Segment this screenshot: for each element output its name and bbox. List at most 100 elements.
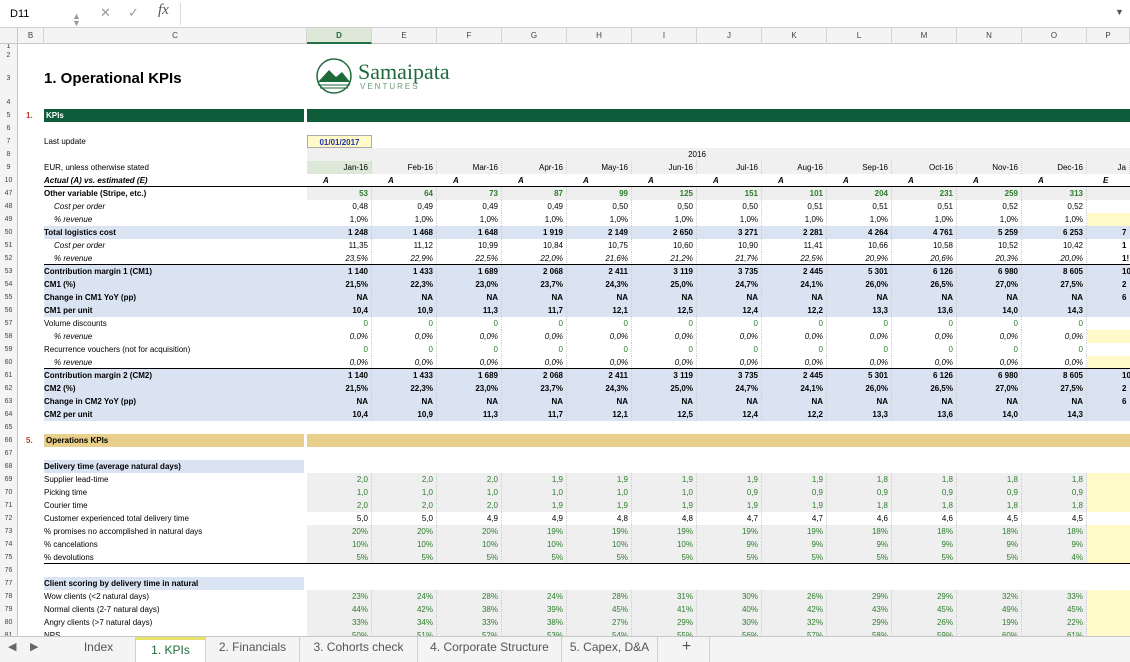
prev-sheet-icon[interactable]: ◀	[8, 640, 16, 653]
value-cell[interactable]: 11,12	[372, 239, 437, 252]
value-cell[interactable]: 1,0%	[567, 213, 632, 226]
row-number[interactable]: 54	[0, 278, 18, 291]
row-number[interactable]: 63	[0, 395, 18, 408]
value-cell[interactable]: 1,9	[502, 473, 567, 486]
value-cell[interactable]: 24,1%	[762, 382, 827, 395]
value-cell[interactable]: 1,0%	[632, 213, 697, 226]
value-cell[interactable]: 1,0%	[372, 213, 437, 226]
row-number[interactable]: 10	[0, 174, 18, 187]
value-cell[interactable]: 27,5%	[1022, 382, 1087, 395]
row-number[interactable]: 79	[0, 603, 18, 616]
value-cell[interactable]: 10,42	[1022, 239, 1087, 252]
cancel-icon[interactable]: ✕	[100, 3, 111, 23]
value-cell[interactable]: 0,51	[892, 200, 957, 213]
value-cell[interactable]: 0,49	[372, 200, 437, 213]
value-cell[interactable]: 29%	[632, 616, 697, 629]
value-cell[interactable]: 3 735	[697, 265, 762, 278]
value-cell[interactable]: 1,0%	[697, 213, 762, 226]
value-cell[interactable]: 12,4	[697, 304, 762, 317]
value-cell[interactable]: 0	[437, 343, 502, 356]
value-cell[interactable]: 4,6	[827, 512, 892, 525]
value-cell[interactable]: 6 126	[892, 265, 957, 278]
value-cell[interactable]: 1 919	[502, 226, 567, 239]
value-cell[interactable]: 14,3	[1022, 408, 1087, 421]
value-cell[interactable]: 9%	[957, 538, 1022, 551]
value-cell[interactable]: 27,0%	[957, 278, 1022, 291]
row-number[interactable]: 80	[0, 616, 18, 629]
row-number[interactable]: 5	[0, 109, 18, 122]
value-cell[interactable]: 0,0%	[957, 330, 1022, 343]
value-cell[interactable]: 125	[632, 187, 697, 200]
value-cell[interactable]: NA	[437, 291, 502, 304]
value-cell[interactable]: 12,4	[697, 408, 762, 421]
value-cell[interactable]: 58%	[827, 629, 892, 636]
row-number[interactable]: 59	[0, 343, 18, 356]
value-cell[interactable]: 21,5%	[307, 278, 372, 291]
value-cell[interactable]: 2,0	[437, 499, 502, 512]
value-cell[interactable]: NA	[632, 395, 697, 408]
row-number[interactable]: 76	[0, 564, 18, 577]
row-number[interactable]: 8	[0, 148, 18, 161]
value-cell[interactable]: 57%	[762, 629, 827, 636]
value-cell[interactable]: 1,0	[307, 486, 372, 499]
value-cell[interactable]: 0,50	[632, 200, 697, 213]
value-cell[interactable]: 20%	[437, 525, 502, 538]
value-cell[interactable]: 1,0%	[827, 213, 892, 226]
value-cell[interactable]: 19%	[632, 525, 697, 538]
column-header-m[interactable]: M	[892, 28, 957, 44]
value-cell[interactable]: 4,8	[632, 512, 697, 525]
value-cell[interactable]: 0	[827, 317, 892, 330]
value-cell[interactable]: 4,7	[697, 512, 762, 525]
value-cell[interactable]: NA	[697, 395, 762, 408]
value-cell[interactable]: 2,0	[437, 473, 502, 486]
tab-4-corporate-structure[interactable]: 4. Corporate Structure	[418, 637, 562, 662]
value-cell[interactable]: 0	[632, 317, 697, 330]
value-cell[interactable]: 10%	[632, 538, 697, 551]
value-cell[interactable]: 1,8	[957, 473, 1022, 486]
value-cell[interactable]: 4,8	[567, 512, 632, 525]
value-cell[interactable]: 1,0%	[437, 213, 502, 226]
row-number[interactable]: 3	[0, 62, 18, 96]
row-number[interactable]: 67	[0, 447, 18, 460]
value-cell[interactable]: 0,9	[762, 486, 827, 499]
value-cell[interactable]: 30%	[697, 616, 762, 629]
column-header-f[interactable]: F	[437, 28, 502, 44]
tab-1-kpis[interactable]: 1. KPIs	[136, 637, 206, 662]
value-cell[interactable]: 313	[1022, 187, 1087, 200]
value-cell[interactable]: 11,3	[437, 408, 502, 421]
value-cell[interactable]: 26,5%	[892, 278, 957, 291]
column-header-n[interactable]: N	[957, 28, 1022, 44]
value-cell[interactable]: 18%	[827, 525, 892, 538]
value-cell[interactable]: 1,9	[502, 499, 567, 512]
value-cell[interactable]: 10%	[502, 538, 567, 551]
value-cell[interactable]: 10%	[372, 538, 437, 551]
value-cell[interactable]: 8 605	[1022, 265, 1087, 278]
value-cell[interactable]: 19%	[957, 616, 1022, 629]
value-cell[interactable]: 9%	[827, 538, 892, 551]
value-cell[interactable]: 42%	[762, 603, 827, 616]
value-cell[interactable]: 0,9	[697, 486, 762, 499]
value-cell[interactable]: 24,7%	[697, 278, 762, 291]
value-cell[interactable]: 31%	[632, 590, 697, 603]
input-cell-highlight[interactable]	[1087, 538, 1130, 551]
row-number[interactable]: 60	[0, 356, 18, 369]
value-cell[interactable]: 4 761	[892, 226, 957, 239]
row-number[interactable]: 50	[0, 226, 18, 239]
value-cell[interactable]: NA	[372, 395, 437, 408]
value-cell[interactable]: 1,9	[632, 499, 697, 512]
row-number[interactable]: 2	[0, 49, 18, 62]
value-cell[interactable]: 45%	[567, 603, 632, 616]
input-cell-highlight[interactable]	[1087, 603, 1130, 616]
value-cell[interactable]: 10,84	[502, 239, 567, 252]
value-cell[interactable]: 0,9	[827, 486, 892, 499]
value-cell[interactable]: 13,3	[827, 408, 892, 421]
value-cell[interactable]: 10,58	[892, 239, 957, 252]
value-cell[interactable]: 1,0	[632, 486, 697, 499]
value-cell[interactable]: 50%	[307, 629, 372, 636]
value-cell[interactable]: 12,5	[632, 304, 697, 317]
value-cell[interactable]: 10,4	[307, 304, 372, 317]
value-cell[interactable]: 0	[762, 317, 827, 330]
value-cell[interactable]: 18%	[892, 525, 957, 538]
value-cell[interactable]: 22%	[1022, 616, 1087, 629]
value-cell[interactable]: NA	[567, 291, 632, 304]
